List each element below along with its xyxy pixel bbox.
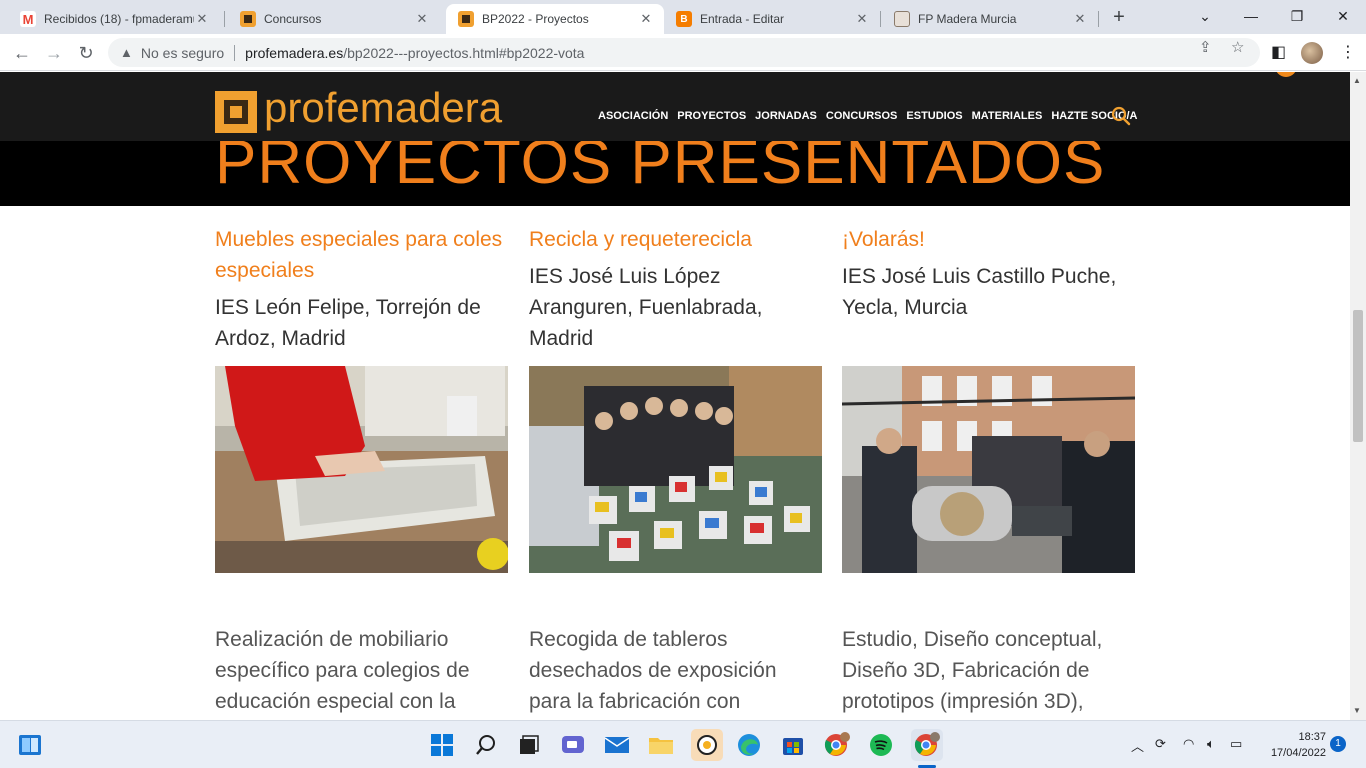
task-view-icon[interactable] [515, 731, 543, 759]
security-label[interactable]: No es seguro [141, 45, 224, 61]
chrome-icon[interactable] [911, 729, 943, 761]
warning-icon[interactable]: ▲ [120, 45, 133, 60]
tab-fp-madera-murcia[interactable]: FP Madera Murcia ✕ [882, 4, 1098, 34]
profemadera-icon [458, 11, 474, 27]
close-window-button[interactable]: ✕ [1320, 0, 1366, 34]
nav-item-concursos[interactable]: CONCURSOS [826, 110, 898, 122]
address-bar[interactable]: ▲ No es seguro profemadera.es/bp2022---p… [108, 38, 1260, 67]
battery-icon[interactable]: ▭ [1230, 736, 1242, 752]
project-card: ¡Volarás! IES José Luis Castillo Puche, … [842, 224, 1137, 713]
bookmark-star-icon[interactable]: ☆ [1231, 38, 1244, 56]
tab-title: Entrada - Editar [700, 12, 785, 26]
store-icon[interactable] [779, 731, 807, 759]
restore-button[interactable]: ❐ [1274, 0, 1320, 34]
tab-bp2022-proyectos[interactable]: BP2022 - Proyectos ✕ [446, 4, 664, 34]
tab-concursos[interactable]: Concursos ✕ [228, 4, 440, 34]
spotify-icon[interactable] [867, 731, 895, 759]
project-card: Muebles especiales para coles especiales… [215, 224, 510, 713]
project-title[interactable]: Muebles especiales para coles especiales [215, 224, 510, 286]
close-icon[interactable]: ✕ [854, 11, 870, 27]
clock[interactable]: 18:37 17/04/2022 [1256, 729, 1326, 761]
tab-search-button[interactable]: ⌄ [1182, 0, 1228, 34]
scroll-thumb[interactable] [1353, 310, 1363, 442]
site-logo[interactable]: profemadera [264, 84, 502, 132]
blogger-icon: B [676, 11, 692, 27]
tab-title: Recibidos (18) - fpmaderamu [44, 12, 194, 26]
back-button[interactable]: ← [9, 40, 35, 66]
new-tab-button[interactable]: + [1108, 6, 1130, 28]
forward-button[interactable]: → [41, 40, 67, 66]
project-card: Recicla y requeterecicla IES José Luis L… [529, 224, 824, 713]
project-description: Recogida de tableros desechados de expos… [529, 628, 777, 713]
edge-icon[interactable] [735, 731, 763, 759]
page-scrollbar[interactable]: ▲ ▼ [1350, 72, 1366, 720]
start-icon[interactable] [428, 731, 456, 759]
scroll-down-icon[interactable]: ▼ [1353, 706, 1361, 715]
widgets-icon[interactable] [16, 731, 44, 759]
logo-icon[interactable] [215, 91, 257, 133]
vpn-icon[interactable] [691, 729, 723, 761]
url-path: /bp2022---proyectos.html#bp2022-vota [343, 44, 585, 61]
browser-toolbar: ← → ↻ ▲ No es seguro profemadera.es/bp20… [0, 34, 1366, 71]
tab-entrada-editar[interactable]: B Entrada - Editar ✕ [664, 4, 880, 34]
back-to-top-icon[interactable] [1275, 72, 1297, 77]
url-host: profemadera.es [245, 44, 344, 61]
close-icon[interactable]: ✕ [638, 11, 654, 27]
mail-icon[interactable] [603, 731, 631, 759]
clock-time: 18:37 [1298, 731, 1326, 743]
profile-avatar[interactable] [1301, 42, 1323, 64]
search-icon[interactable] [1111, 106, 1131, 126]
chat-icon[interactable] [559, 731, 587, 759]
volume-icon[interactable]: 🔈︎ [1207, 736, 1215, 752]
wifi-icon[interactable]: ◠ [1183, 736, 1194, 752]
file-explorer-icon[interactable] [647, 731, 675, 759]
scroll-up-icon[interactable]: ▲ [1353, 76, 1361, 85]
notification-badge[interactable]: 1 [1330, 736, 1346, 752]
clock-date: 17/04/2022 [1270, 747, 1326, 759]
close-icon[interactable]: ✕ [1072, 11, 1088, 27]
project-photo[interactable] [529, 366, 822, 573]
nav-item-jornadas[interactable]: JORNADAS [755, 110, 817, 122]
side-panel-icon[interactable]: ◧ [1271, 42, 1286, 62]
project-photo[interactable] [842, 366, 1135, 573]
chrome-profile-icon[interactable] [823, 731, 851, 759]
tab-strip: M Recibidos (18) - fpmaderamu ✕ Concurso… [0, 0, 1366, 34]
site-icon [894, 11, 910, 27]
page-viewport: profemadera ASOCIACIÓN PROYECTOS JORNADA… [0, 72, 1350, 720]
project-photo[interactable] [215, 366, 508, 573]
tab-title: Concursos [264, 12, 322, 26]
project-title[interactable]: Recicla y requeterecicla [529, 224, 824, 255]
project-description: Realización de mobiliario específico par… [215, 628, 470, 713]
show-hidden-icons[interactable]: ︿ [1131, 736, 1144, 755]
tab-title: BP2022 - Proyectos [482, 12, 589, 26]
nav-item-estudios[interactable]: ESTUDIOS [906, 110, 962, 122]
profemadera-icon [240, 11, 256, 27]
nav-item-asociacion[interactable]: ASOCIACIÓN [598, 110, 668, 122]
minimize-button[interactable]: — [1228, 0, 1274, 34]
project-school: IES León Felipe, Torrejón de Ardoz, Madr… [215, 296, 481, 350]
project-title[interactable]: ¡Volarás! [842, 224, 1137, 255]
search-icon[interactable] [472, 731, 500, 759]
sync-icon[interactable]: ⟳ [1155, 736, 1166, 752]
site-header: profemadera ASOCIACIÓN PROYECTOS JORNADA… [0, 72, 1350, 141]
close-icon[interactable]: ✕ [194, 11, 210, 27]
close-icon[interactable]: ✕ [414, 11, 430, 27]
project-school: IES José Luis López Aranguren, Fuenlabra… [529, 265, 763, 350]
nav-item-materiales[interactable]: MATERIALES [972, 110, 1043, 122]
project-school: IES José Luis Castillo Puche, Yecla, Mur… [842, 265, 1117, 319]
tab-title: FP Madera Murcia [918, 12, 1017, 26]
reload-button[interactable]: ↻ [73, 40, 99, 66]
hero-banner: PROYECTOS PRESENTADOS [0, 141, 1350, 206]
page-title: PROYECTOS PRESENTADOS [215, 141, 1106, 197]
tab-gmail[interactable]: M Recibidos (18) - fpmaderamu ✕ [8, 4, 220, 34]
gmail-icon: M [20, 11, 36, 27]
main-nav: ASOCIACIÓN PROYECTOS JORNADAS CONCURSOS … [598, 110, 1138, 122]
share-icon[interactable]: ⇪ [1199, 38, 1212, 56]
taskbar: ︿ ⟳ ◠ 🔈︎ ▭ 18:37 17/04/2022 1 [0, 720, 1366, 768]
project-description: Estudio, Diseño conceptual, Diseño 3D, F… [842, 628, 1103, 713]
menu-icon[interactable]: ⋮ [1340, 42, 1356, 62]
nav-item-proyectos[interactable]: PROYECTOS [677, 110, 746, 122]
